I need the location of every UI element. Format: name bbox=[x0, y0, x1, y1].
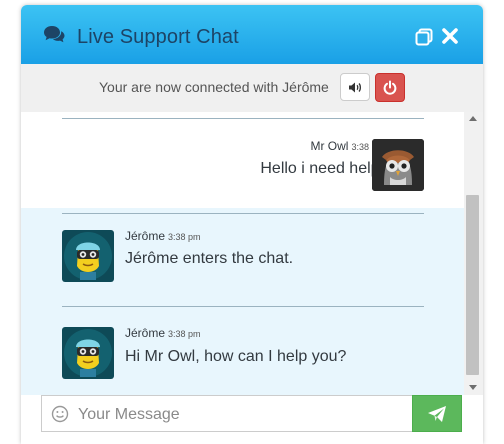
message-input-group bbox=[41, 395, 413, 432]
chat-widget: Live Support Chat Your are now connected… bbox=[21, 5, 483, 444]
comments-icon bbox=[44, 26, 65, 43]
message-divider bbox=[62, 213, 424, 214]
end-chat-button[interactable] bbox=[375, 73, 405, 102]
scroll-down-arrow[interactable] bbox=[469, 385, 477, 390]
message-list[interactable]: Mr Owl 3:38 pm Hello i need help! Jérôme… bbox=[21, 112, 464, 395]
avatar-jerome bbox=[62, 230, 114, 282]
message-divider bbox=[62, 118, 424, 119]
message-sender: Jérôme bbox=[125, 229, 166, 243]
chat-header: Live Support Chat bbox=[21, 5, 483, 64]
restore-window-icon[interactable] bbox=[415, 28, 433, 46]
scroll-thumb[interactable] bbox=[466, 195, 479, 375]
avatar-jerome bbox=[62, 327, 114, 379]
connection-status-text: Your are now connected with Jérôme bbox=[99, 79, 329, 95]
message-sender: Jérôme bbox=[125, 326, 166, 340]
sound-toggle-button[interactable] bbox=[340, 73, 370, 101]
message-sender: Mr Owl bbox=[310, 139, 349, 153]
message-time: 3:38 pm bbox=[168, 329, 201, 339]
message-text: Hello i need help! bbox=[260, 160, 384, 177]
avatar-mr-owl bbox=[372, 139, 424, 191]
close-icon[interactable] bbox=[441, 27, 459, 45]
volume-icon bbox=[349, 82, 361, 93]
connection-status-bar: Your are now connected with Jérôme bbox=[21, 64, 483, 112]
message-meta: Jérôme 3:38 pm bbox=[125, 229, 201, 243]
message-composer bbox=[21, 395, 483, 444]
message-text: Hi Mr Owl, how can I help you? bbox=[125, 348, 347, 365]
owl-avatar-icon bbox=[372, 139, 424, 191]
message-input[interactable] bbox=[76, 400, 410, 429]
message-divider bbox=[62, 306, 424, 307]
chat-title: Live Support Chat bbox=[77, 26, 239, 48]
robot-avatar-icon bbox=[62, 230, 114, 282]
message-text: Jérôme enters the chat. bbox=[125, 250, 294, 267]
scroll-up-arrow[interactable] bbox=[469, 116, 477, 121]
robot-avatar-icon bbox=[62, 327, 114, 379]
send-button[interactable] bbox=[412, 395, 462, 432]
smile-icon[interactable] bbox=[51, 405, 69, 423]
paper-plane-icon bbox=[428, 406, 446, 422]
message-item: Mr Owl 3:38 pm Hello i need help! bbox=[21, 112, 464, 208]
message-meta: Jérôme 3:38 pm bbox=[125, 326, 201, 340]
power-icon bbox=[383, 80, 397, 95]
message-item: Jérôme 3:38 pm Hi Mr Owl, how can I help … bbox=[21, 302, 464, 395]
message-time: 3:38 pm bbox=[168, 232, 201, 242]
message-scrollbar[interactable] bbox=[464, 112, 483, 395]
message-item: Jérôme 3:38 pm Jérôme enters the chat. bbox=[21, 208, 464, 302]
